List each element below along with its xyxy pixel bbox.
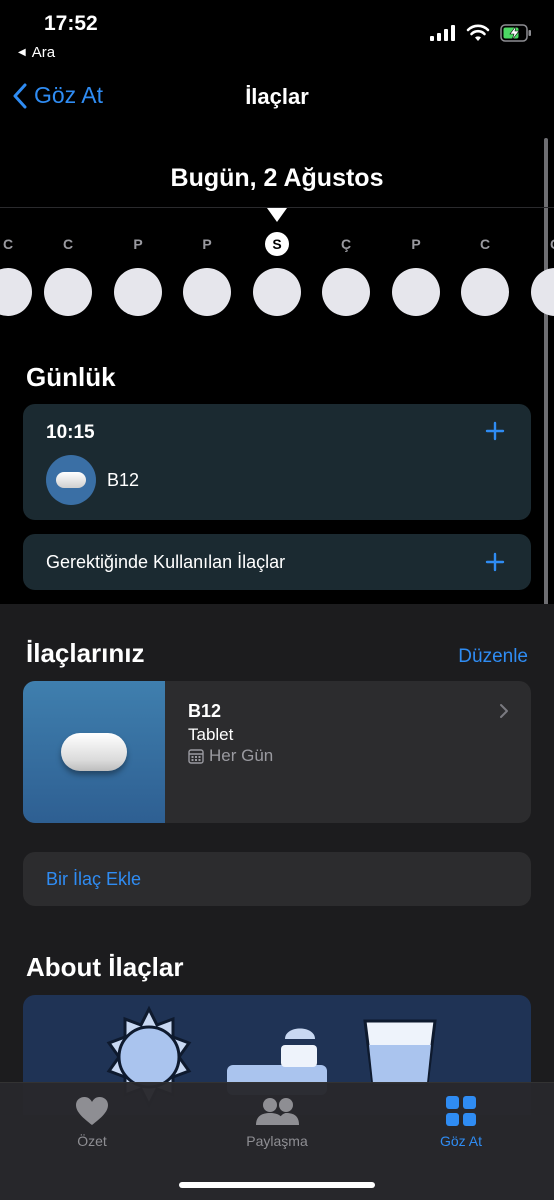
dose-card[interactable]: 10:15 B12 — [23, 404, 531, 520]
today-marker-icon — [267, 208, 287, 222]
calendar-icon — [188, 749, 204, 764]
tab-sharing[interactable]: Paylaşma — [207, 1093, 347, 1149]
dose-med-name: B12 — [107, 470, 140, 490]
tab-browse-label: Göz At — [439, 1133, 483, 1149]
navigation-bar: Göz At İlaçlar — [0, 78, 554, 122]
status-bar: 17:52 ◀ Ara — [0, 0, 554, 70]
grid-icon — [446, 1096, 476, 1126]
add-medication-label: Bir İlaç Ekle — [46, 869, 142, 889]
medication-name: B12 — [188, 701, 222, 721]
date-title: Bugün, 2 Ağustos — [170, 164, 384, 192]
edit-button[interactable]: Düzenle — [458, 646, 528, 668]
day-progress-circle[interactable] — [531, 268, 554, 316]
day-letter-text: C — [2, 236, 14, 252]
day-letter: C — [44, 230, 92, 258]
day-letter-text: P — [411, 236, 421, 252]
day-letter-text: P — [133, 236, 143, 252]
day-letter-text: C — [62, 236, 74, 252]
add-dose-button[interactable] — [485, 418, 505, 446]
chevron-right-icon — [500, 704, 508, 718]
day-progress-circle[interactable] — [114, 268, 162, 316]
day-progress-circle[interactable] — [253, 268, 301, 316]
pill-icon — [56, 472, 86, 488]
tab-summary[interactable]: Özet — [22, 1093, 162, 1149]
back-triangle-icon: ◀ — [18, 47, 26, 58]
back-to-app-link[interactable]: ◀ Ara — [18, 44, 55, 61]
day-letter: S — [253, 230, 301, 258]
day-5[interactable]: Ç — [322, 230, 370, 316]
plus-icon — [485, 421, 505, 441]
cellular-icon — [430, 25, 455, 41]
tab-sharing-label: Paylaşma — [246, 1133, 308, 1149]
day-progress-circle[interactable] — [0, 268, 32, 316]
day-progress-circle[interactable] — [322, 268, 370, 316]
day-progress-circle[interactable] — [183, 268, 231, 316]
water-glass-icon — [363, 1019, 437, 1087]
pill-avatar — [46, 455, 96, 505]
day-letter: C — [0, 230, 32, 258]
medication-form: Tablet — [188, 725, 234, 744]
day-8[interactable]: C — [531, 230, 554, 316]
day-4[interactable]: S — [253, 230, 301, 316]
day-progress-circle[interactable] — [44, 268, 92, 316]
day-letter: P — [183, 230, 231, 258]
home-indicator[interactable] — [179, 1182, 375, 1188]
battery-charging-icon — [500, 24, 531, 42]
add-medication-button[interactable]: Bir İlaç Ekle — [23, 852, 531, 906]
day-letter: P — [114, 230, 162, 258]
back-app-label: Ara — [31, 44, 56, 61]
day-letter-text: Ç — [340, 236, 352, 252]
day-letter: Ç — [322, 230, 370, 258]
page-title: İlaçlar — [245, 84, 309, 109]
daily-section-title: Günlük — [26, 362, 116, 392]
day-progress-circle[interactable] — [461, 268, 509, 316]
day-0[interactable]: C — [0, 230, 32, 316]
day-3[interactable]: P — [183, 230, 231, 316]
medication-thumbnail — [23, 681, 165, 823]
your-meds-title: İlaçlarınız — [26, 638, 145, 668]
day-1[interactable]: C — [44, 230, 92, 316]
day-progress-circle[interactable] — [392, 268, 440, 316]
heart-icon — [76, 1097, 108, 1125]
day-letter-text: S — [265, 232, 289, 256]
day-2[interactable]: P — [114, 230, 162, 316]
add-as-needed-button[interactable] — [485, 549, 505, 577]
medication-schedule: Her Gün — [188, 746, 273, 766]
day-6[interactable]: P — [392, 230, 440, 316]
as-needed-card[interactable]: Gerektiğinde Kullanılan İlaçlar — [23, 534, 531, 590]
day-letter: C — [461, 230, 509, 258]
dose-time: 10:15 — [46, 422, 95, 443]
pill-image-icon — [61, 733, 127, 771]
status-icons — [430, 24, 532, 42]
medication-schedule-text: Her Gün — [209, 746, 274, 765]
medication-card[interactable]: B12 Tablet Her Gün — [23, 681, 531, 823]
wifi-icon — [466, 24, 490, 41]
day-letter-text: C — [550, 236, 554, 252]
plus-icon — [485, 552, 505, 572]
day-letter: C — [531, 230, 554, 258]
day-letter: P — [392, 230, 440, 258]
day-letter-text: C — [479, 236, 491, 252]
day-7[interactable]: C — [461, 230, 509, 316]
tab-summary-label: Özet — [77, 1133, 107, 1149]
week-strip[interactable]: CCPPSÇPCC — [0, 230, 554, 320]
as-needed-label: Gerektiğinde Kullanılan İlaçlar — [46, 552, 286, 572]
people-icon — [256, 1098, 299, 1125]
day-letter-text: P — [202, 236, 212, 252]
tab-browse[interactable]: Göz At — [391, 1093, 531, 1149]
about-section-title: About İlaçlar — [26, 952, 184, 982]
status-time: 17:52 — [44, 12, 98, 35]
